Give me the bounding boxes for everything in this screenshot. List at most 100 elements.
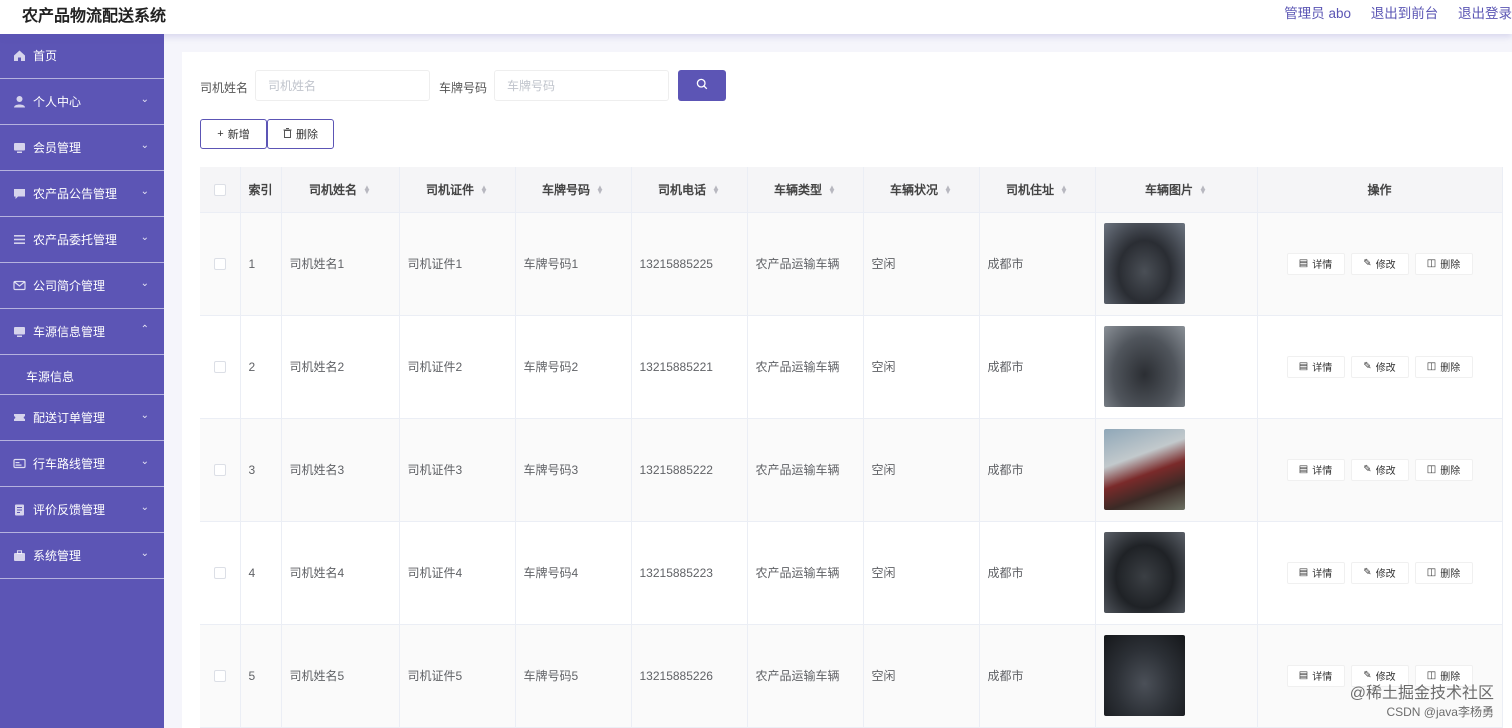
col-vehicle-status[interactable]: 车辆状况 ▲ ▼ bbox=[863, 167, 980, 213]
row-checkbox[interactable] bbox=[213, 258, 226, 271]
detail-label: 详情 bbox=[1312, 569, 1333, 580]
plate-number-cell: 车牌号码1 bbox=[515, 212, 632, 316]
current-user: 管理员 abo bbox=[1284, 6, 1351, 21]
vehicle-image-cell bbox=[1095, 624, 1258, 728]
row-delete-button[interactable]: ◫ 删除 bbox=[1414, 252, 1473, 275]
row-delete-button[interactable]: ◫ 删除 bbox=[1414, 355, 1473, 378]
col-label: 司机姓名 bbox=[309, 182, 358, 197]
sidebar-item-label: 系统管理 bbox=[33, 549, 82, 563]
detail-button[interactable]: ▤ 详情 bbox=[1286, 664, 1345, 687]
col-driver-phone[interactable]: 司机电话 ▲ ▼ bbox=[631, 167, 748, 213]
plate-number-input[interactable] bbox=[494, 70, 669, 101]
sidebar-item-orders[interactable]: 配送订单管理 ⌄ bbox=[0, 395, 164, 441]
trash-icon: ◫ bbox=[1426, 258, 1437, 269]
driver-address-cell: 成都市 bbox=[979, 521, 1096, 625]
vehicle-table: 索引 司机姓名 ▲ ▼ 司机证件 ▲ ▼ 车牌号码 ▲ ▼ 司机电话 ▲ ▼ 车辆类型 ▲ ▼ 车辆… bbox=[200, 167, 1503, 728]
row-checkbox[interactable] bbox=[213, 670, 226, 683]
sort-icon[interactable]: ▲ ▼ bbox=[712, 183, 720, 195]
delete-button[interactable]: 删除 bbox=[267, 119, 334, 149]
driver-name-cell: 司机姓名2 bbox=[281, 315, 400, 419]
col-vehicle-image[interactable]: 车辆图片 ▲ ▼ bbox=[1095, 167, 1258, 213]
detail-button[interactable]: ▤ 详情 bbox=[1286, 458, 1345, 481]
sidebar-subitem-vehicle-info[interactable]: 车源信息 bbox=[0, 355, 164, 395]
vehicle-thumbnail[interactable] bbox=[1103, 635, 1185, 716]
col-label: 司机住址 bbox=[1006, 182, 1055, 197]
vehicle-thumbnail[interactable] bbox=[1103, 223, 1185, 304]
sidebar-item-company[interactable]: 公司简介管理 ⌄ bbox=[0, 263, 164, 309]
sidebar-item-members[interactable]: 会员管理 ⌄ bbox=[0, 125, 164, 171]
sort-icon[interactable]: ▲ ▼ bbox=[1060, 183, 1068, 195]
row-delete-button[interactable]: ◫ 删除 bbox=[1414, 458, 1473, 481]
sidebar-item-system[interactable]: 系统管理 ⌄ bbox=[0, 533, 164, 579]
sort-icon[interactable]: ▲ ▼ bbox=[1199, 183, 1207, 195]
col-label: 司机电话 bbox=[658, 182, 707, 197]
sidebar-item-vehicles[interactable]: 车源信息管理 ⌃ bbox=[0, 309, 164, 355]
sidebar-item-profile[interactable]: 个人中心 ⌄ bbox=[0, 79, 164, 125]
detail-button[interactable]: ▤ 详情 bbox=[1286, 252, 1345, 275]
detail-button[interactable]: ▤ 详情 bbox=[1286, 561, 1345, 584]
driver-address-cell: 成都市 bbox=[979, 624, 1096, 728]
edit-button[interactable]: ✎ 修改 bbox=[1350, 252, 1409, 275]
sort-icon[interactable]: ▲ ▼ bbox=[363, 183, 371, 195]
plate-number-label: 车牌号码 bbox=[439, 81, 488, 95]
plate-number-cell: 车牌号码3 bbox=[515, 418, 632, 522]
detail-label: 详情 bbox=[1312, 466, 1333, 477]
notice-icon bbox=[13, 187, 26, 200]
sidebar-item-commissions[interactable]: 农产品委托管理 ⌄ bbox=[0, 217, 164, 263]
logout-link[interactable]: 退出登录 bbox=[1458, 6, 1512, 21]
vehicle-status-cell: 空闲 bbox=[863, 212, 980, 316]
sidebar-item-notices[interactable]: 农产品公告管理 ⌄ bbox=[0, 171, 164, 217]
list-icon bbox=[13, 233, 26, 246]
add-button-label: 新增 bbox=[227, 129, 250, 141]
col-driver-address[interactable]: 司机住址 ▲ ▼ bbox=[979, 167, 1096, 213]
row-check-cell bbox=[200, 315, 241, 419]
col-vehicle-type[interactable]: 车辆类型 ▲ ▼ bbox=[747, 167, 864, 213]
row-checkbox[interactable] bbox=[213, 567, 226, 580]
trash-icon: ◫ bbox=[1426, 567, 1437, 578]
delete-label: 删除 bbox=[1440, 260, 1461, 271]
edit-button[interactable]: ✎ 修改 bbox=[1350, 561, 1409, 584]
table-row: 2 司机姓名2 司机证件2 车牌号码2 13215885221 农产品运输车辆 空闲 成都市 ▤… bbox=[200, 315, 1503, 419]
table-row: 4 司机姓名4 司机证件4 车牌号码4 13215885223 农产品运输车辆 空闲 成都市 ▤… bbox=[200, 521, 1503, 625]
pencil-icon: ✎ bbox=[1363, 464, 1372, 475]
sort-icon[interactable]: ▲ ▼ bbox=[480, 183, 488, 195]
sort-icon[interactable]: ▲ ▼ bbox=[596, 183, 604, 195]
col-label: 司机证件 bbox=[426, 182, 475, 197]
row-checkbox[interactable] bbox=[213, 464, 226, 477]
col-plate-number[interactable]: 车牌号码 ▲ ▼ bbox=[515, 167, 632, 213]
vehicle-image-cell bbox=[1095, 521, 1258, 625]
header-links: 管理员 abo 退出到前台 退出登录 bbox=[1284, 2, 1512, 22]
plate-number-cell: 车牌号码2 bbox=[515, 315, 632, 419]
sort-icon[interactable]: ▲ ▼ bbox=[828, 183, 836, 195]
select-all-checkbox[interactable] bbox=[213, 184, 226, 197]
sidebar-item-routes[interactable]: 行车路线管理 ⌄ bbox=[0, 441, 164, 487]
sidebar-item-home[interactable]: 首页 bbox=[0, 34, 164, 79]
col-driver-license[interactable]: 司机证件 ▲ ▼ bbox=[399, 167, 516, 213]
row-delete-button[interactable]: ◫ 删除 bbox=[1414, 561, 1473, 584]
document-icon: ▤ bbox=[1298, 258, 1309, 269]
chevron-down-icon: ⌄ bbox=[140, 410, 149, 421]
driver-license-cell: 司机证件5 bbox=[399, 624, 516, 728]
trash-icon: ◫ bbox=[1426, 670, 1437, 681]
add-button[interactable]: + 新增 bbox=[200, 119, 267, 149]
edit-button[interactable]: ✎ 修改 bbox=[1350, 355, 1409, 378]
col-driver-name[interactable]: 司机姓名 ▲ ▼ bbox=[281, 167, 400, 213]
sidebar-item-label: 公司简介管理 bbox=[33, 279, 106, 293]
edit-label: 修改 bbox=[1375, 569, 1396, 580]
back-to-front-link[interactable]: 退出到前台 bbox=[1371, 6, 1439, 21]
driver-name-input[interactable] bbox=[255, 70, 430, 101]
document-icon: ▤ bbox=[1298, 567, 1309, 578]
row-checkbox[interactable] bbox=[213, 361, 226, 374]
sort-icon[interactable]: ▲ ▼ bbox=[944, 183, 952, 195]
card-icon bbox=[13, 457, 26, 470]
detail-button[interactable]: ▤ 详情 bbox=[1286, 355, 1345, 378]
sidebar-item-label: 首页 bbox=[33, 49, 58, 63]
vehicle-thumbnail[interactable] bbox=[1103, 326, 1185, 407]
search-button[interactable] bbox=[678, 70, 726, 101]
vehicle-image-cell bbox=[1095, 315, 1258, 419]
sidebar-item-feedback[interactable]: 评价反馈管理 ⌄ bbox=[0, 487, 164, 533]
edit-button[interactable]: ✎ 修改 bbox=[1350, 458, 1409, 481]
vehicle-thumbnail[interactable] bbox=[1103, 429, 1185, 510]
vehicle-thumbnail[interactable] bbox=[1103, 532, 1185, 613]
pencil-icon: ✎ bbox=[1363, 361, 1372, 372]
